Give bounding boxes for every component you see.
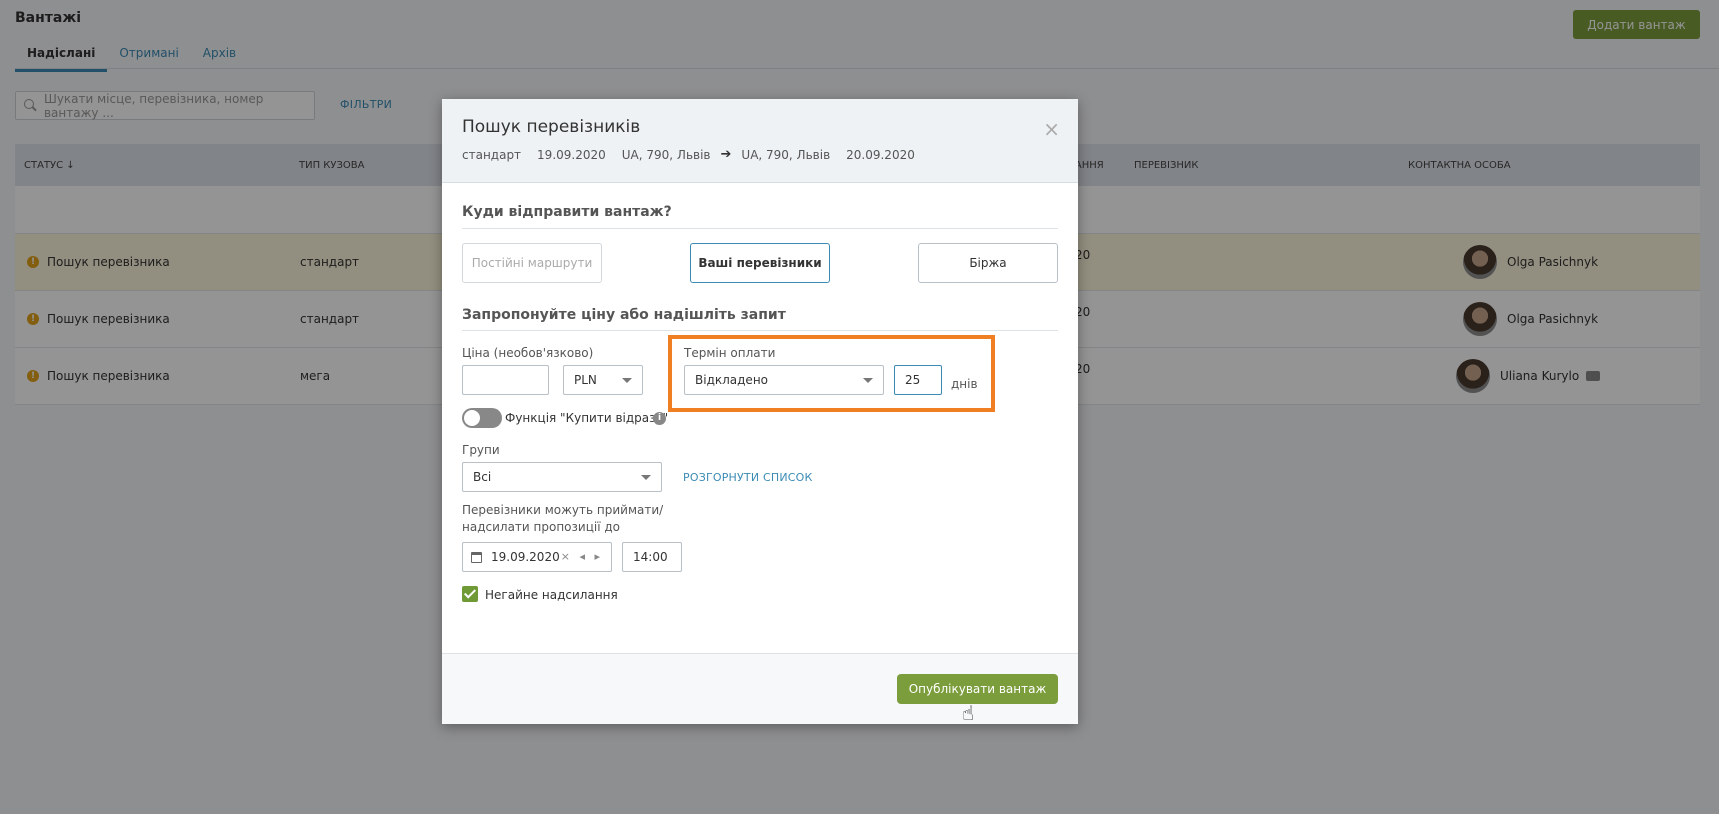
summary-load-date: 19.09.2020 — [537, 147, 606, 162]
price-input[interactable] — [462, 365, 549, 395]
section-where-title: Куди відправити вантаж? — [462, 204, 672, 220]
groups-select[interactable]: Всі — [462, 462, 662, 492]
modal-footer: Опублікувати вантаж ☝ — [442, 653, 1078, 725]
info-icon[interactable]: i — [653, 412, 666, 425]
toggle-knob — [464, 410, 480, 426]
your-carriers-button[interactable]: Ваші перевізники — [690, 243, 830, 283]
immediate-send-checkbox[interactable] — [462, 586, 478, 602]
groups-value: Всі — [473, 470, 492, 484]
summary-unload-date: 20.09.2020 — [846, 147, 915, 162]
buy-now-label: Функція "Купити відразу" — [505, 411, 669, 425]
currency-value: PLN — [574, 373, 597, 387]
section-divider — [462, 330, 1058, 331]
publish-cargo-button[interactable]: Опублікувати вантаж — [897, 674, 1058, 704]
modal-title: Пошук перевізників — [462, 117, 641, 137]
expand-list-link[interactable]: РОЗГОРНУТИ СПИСОК — [683, 471, 813, 484]
currency-select[interactable]: PLN — [563, 365, 643, 395]
payment-days-input[interactable]: 25 — [894, 365, 942, 395]
cargo-summary: стандарт 19.09.2020 UA, 790, Львів ➔ UA,… — [462, 147, 931, 162]
regular-routes-button[interactable]: Постійні маршрути — [462, 243, 602, 283]
section-price-title: Запропонуйте ціну або надішліть запит — [462, 307, 786, 323]
buy-now-toggle[interactable] — [462, 408, 502, 428]
close-icon[interactable]: × — [1043, 117, 1060, 141]
modal-header: Пошук перевізників × стандарт 19.09.2020… — [442, 99, 1078, 183]
chevron-down-icon — [641, 475, 651, 480]
deadline-label-line2: надсилати пропозиції до — [462, 520, 620, 534]
search-carriers-modal: Пошук перевізників × стандарт 19.09.2020… — [442, 99, 1078, 725]
deadline-date-picker[interactable]: 19.09.2020 × ◂ ▸ — [462, 542, 612, 572]
price-label: Ціна (необов'язково) — [462, 346, 594, 360]
immediate-send-label: Негайне надсилання — [485, 588, 618, 602]
calendar-icon — [471, 552, 482, 563]
arrow-right-icon: ➔ — [720, 147, 732, 162]
payment-term-label: Термін оплати — [684, 346, 776, 360]
payment-term-select[interactable]: Відкладено — [684, 365, 884, 395]
summary-from: UA, 790, Львів — [621, 147, 711, 162]
days-unit-label: днів — [951, 377, 978, 391]
groups-label: Групи — [462, 443, 500, 457]
section-divider — [462, 228, 1058, 229]
deadline-date-value: 19.09.2020 — [491, 550, 560, 564]
deadline-time-input[interactable]: 14:00 — [622, 542, 682, 572]
deadline-label-line1: Перевізники можуть приймати/ — [462, 503, 664, 517]
payment-term-value: Відкладено — [695, 373, 769, 387]
exchange-button[interactable]: Біржа — [918, 243, 1058, 283]
summary-body-type: стандарт — [462, 147, 522, 162]
chevron-down-icon — [622, 378, 632, 383]
date-clear-nav-controls[interactable]: × ◂ ▸ — [561, 550, 603, 563]
chevron-down-icon — [863, 378, 873, 383]
summary-to: UA, 790, Львів — [741, 147, 831, 162]
hand-cursor-icon: ☝ — [962, 701, 975, 725]
